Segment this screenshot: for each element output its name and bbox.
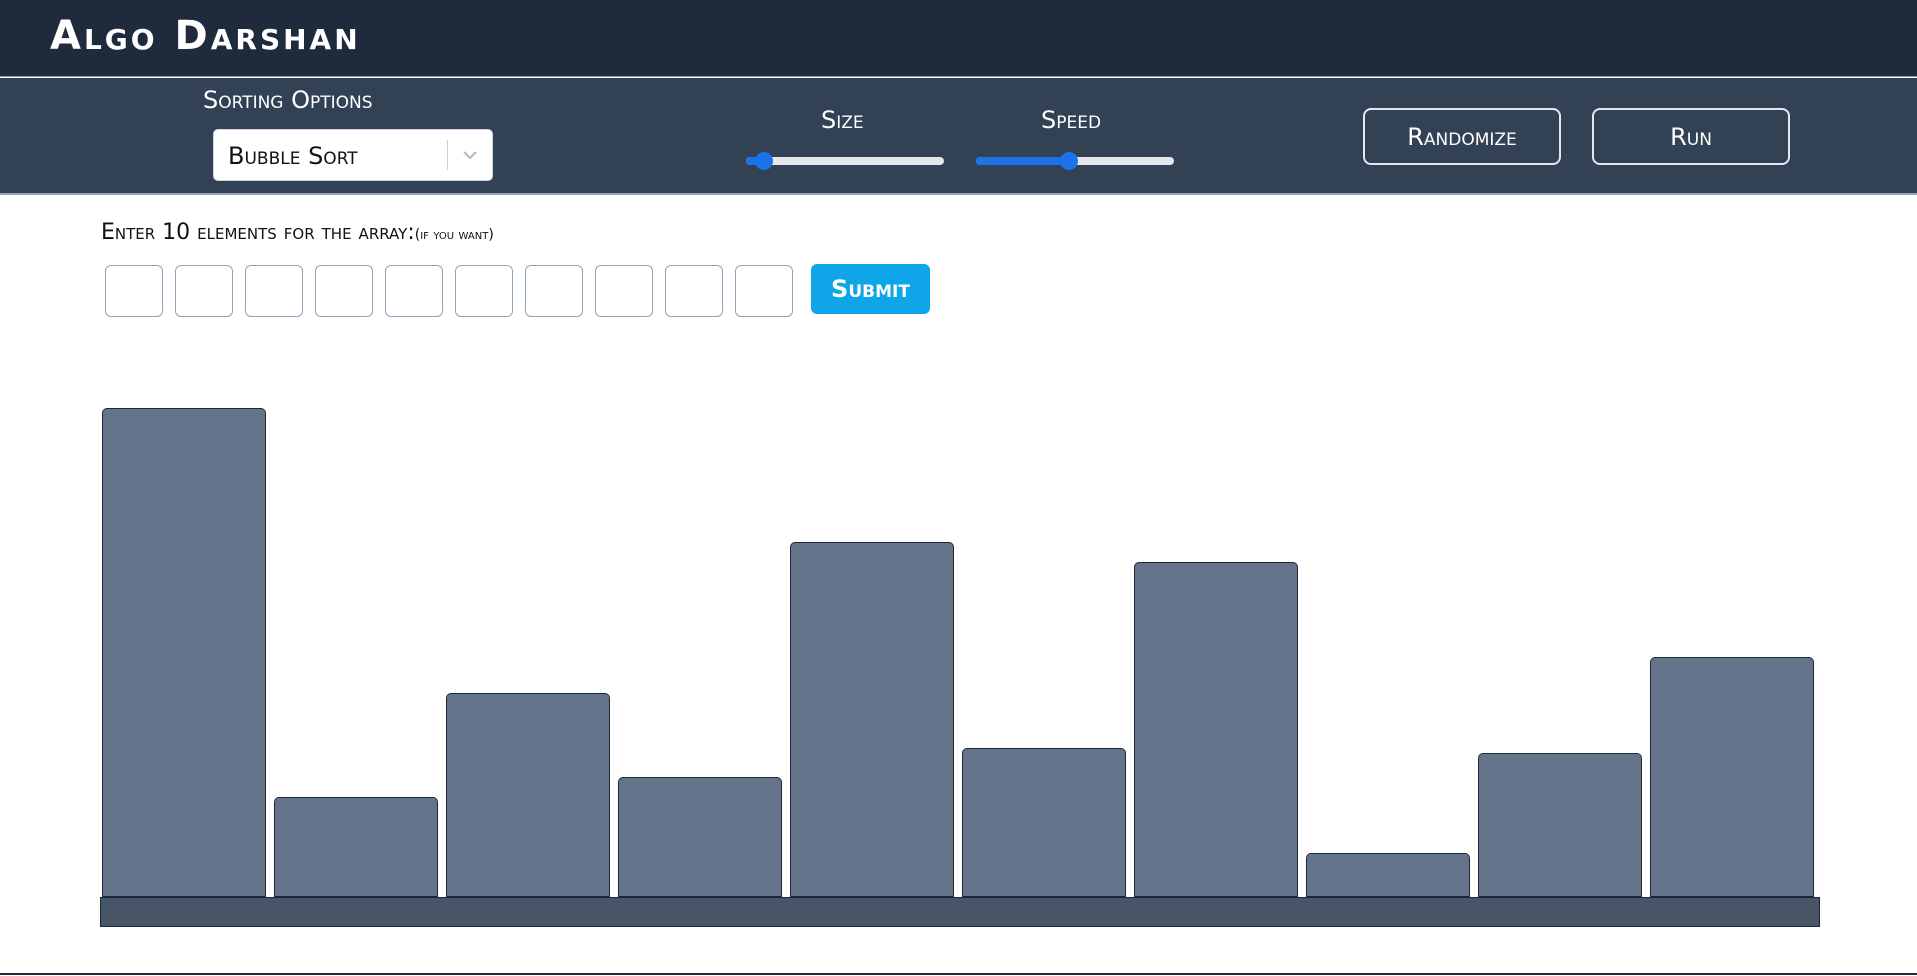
bars-baseline (100, 897, 1820, 927)
array-element-input-2[interactable] (175, 265, 233, 317)
top-navbar: Algo Darshan (0, 0, 1917, 77)
array-bar-8 (1306, 853, 1470, 897)
array-input-prompt: Enter 10 elements for the array:(if you … (101, 220, 494, 245)
array-element-input-8[interactable] (595, 265, 653, 317)
array-bar-7 (1134, 562, 1298, 897)
footer-divider (0, 973, 1917, 975)
array-element-input-4[interactable] (315, 265, 373, 317)
array-element-input-6[interactable] (455, 265, 513, 317)
prompt-hint: (if you want) (414, 227, 494, 243)
sorting-algorithm-select[interactable]: Bubble Sort (213, 129, 493, 181)
speed-slider-handle[interactable] (1060, 152, 1078, 170)
array-element-input-5[interactable] (385, 265, 443, 317)
array-element-input-9[interactable] (665, 265, 723, 317)
array-bar-5 (790, 542, 954, 897)
array-element-input-3[interactable] (245, 265, 303, 317)
sorting-options-label: Sorting Options (203, 86, 373, 114)
array-bar-4 (618, 777, 782, 897)
speed-slider[interactable] (976, 152, 1174, 170)
array-element-input-7[interactable] (525, 265, 583, 317)
size-label: Size (821, 106, 864, 134)
prompt-text: Enter 10 elements for the array: (101, 220, 415, 245)
array-bar-10 (1650, 657, 1814, 897)
array-bar-3 (446, 693, 610, 897)
chevron-down-icon[interactable] (456, 140, 484, 170)
randomize-button[interactable]: Randomize (1363, 108, 1561, 165)
size-slider[interactable] (746, 152, 944, 170)
sorting-selected-value: Bubble Sort (228, 142, 358, 170)
array-bar-6 (962, 748, 1126, 897)
array-element-input-1[interactable] (105, 265, 163, 317)
array-bar-2 (274, 797, 438, 897)
array-bar-9 (1478, 753, 1642, 897)
speed-label: Speed (1041, 106, 1102, 134)
array-element-input-10[interactable] (735, 265, 793, 317)
app-title: Algo Darshan (50, 13, 361, 59)
array-bar-1 (102, 408, 266, 897)
run-button[interactable]: Run (1592, 108, 1790, 165)
select-separator (447, 140, 448, 170)
submit-button[interactable]: Submit (811, 264, 930, 314)
speed-slider-fill (976, 157, 1069, 165)
size-slider-handle[interactable] (755, 152, 773, 170)
